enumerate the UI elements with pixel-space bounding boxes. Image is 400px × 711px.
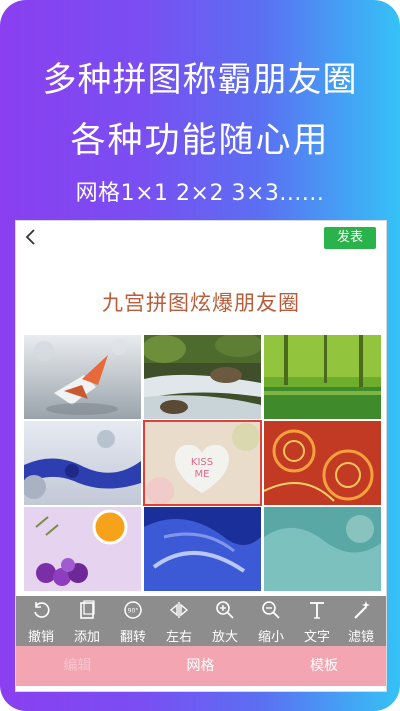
flip-horizontal-icon [169,602,189,618]
grid-cell-blue-spheres[interactable] [24,421,141,505]
tab-grid[interactable]: 网格 [139,646,262,686]
grid-cell-waterfall[interactable] [144,335,261,419]
promo-grid-options: 网格1×1 2×2 3×3...... [75,181,325,206]
text-icon [310,602,324,619]
toolbar-zoom-in[interactable]: 放大 [202,596,248,646]
grid-cell-blue-glass[interactable] [144,507,261,591]
tab-edit[interactable]: 编辑 [16,646,139,686]
svg-text:ME: ME [195,469,210,480]
grid-cell-paper-crane[interactable] [24,335,141,419]
nine-grid: KISS ME [24,335,381,591]
phone-screen: 发表 九宫拼图炫爆朋友圈 KISS ME 撤销 添加 90° 翻转 左右 放大 … [15,220,387,692]
toolbar-text[interactable]: 文字 [294,596,340,646]
page-title: 九宫拼图炫爆朋友圈 [102,291,300,315]
bottom-tabs: 编辑 网格 模板 [16,646,386,686]
toolbar-add-label: 添加 [73,630,100,645]
promo-banner: 多种拼图称霸朋友圈 各种功能随心用 网格1×1 2×2 3×3...... 发表… [0,0,400,711]
grid-cell-red-swirls[interactable] [264,421,381,505]
undo-icon [34,602,50,618]
toolbar-flip[interactable]: 左右 [156,596,202,646]
toolbar-rotate-label: 翻转 [119,630,146,645]
toolbar-flip-label: 左右 [165,630,192,645]
chevron-left-icon[interactable] [20,225,42,249]
zoom-in-icon [216,601,234,619]
toolbar-undo-label: 撤销 [27,630,54,645]
promo-subheadline: 各种功能随心用 [70,121,330,161]
toolbar-text-label: 文字 [303,630,330,645]
add-photo-icon [80,600,95,619]
svg-text:90°: 90° [128,608,139,615]
zoom-out-icon [262,601,280,619]
toolbar-filter[interactable]: 滤镜 [338,596,384,646]
promo-headline: 多种拼图称霸朋友圈 [42,60,358,100]
top-bar: 发表 [16,221,386,257]
grid-cell-candy-heart[interactable]: KISS ME [143,420,262,506]
svg-text:KISS: KISS [191,457,213,468]
toolbar-zoom-in-label: 放大 [211,630,238,645]
magic-wand-icon [354,601,370,619]
rotate-90-icon: 90° [124,601,142,619]
toolbar-zoom-out[interactable]: 缩小 [248,596,294,646]
publish-button[interactable]: 发表 [324,227,376,249]
edit-toolbar: 撤销 添加 90° 翻转 左右 放大 缩小 文字 滤镜 [16,596,386,646]
tab-template[interactable]: 模板 [262,646,386,686]
toolbar-rotate[interactable]: 90° 翻转 [110,596,156,646]
grid-cell-teal-water[interactable] [264,507,381,591]
toolbar-add[interactable]: 添加 [64,596,110,646]
toolbar-zoom-out-label: 缩小 [257,630,284,645]
toolbar-filter-label: 滤镜 [347,630,374,645]
grid-cell-forest-lake[interactable] [264,335,381,419]
grid-cell-violet-flowers[interactable] [24,507,141,591]
toolbar-undo[interactable]: 撤销 [18,596,64,646]
